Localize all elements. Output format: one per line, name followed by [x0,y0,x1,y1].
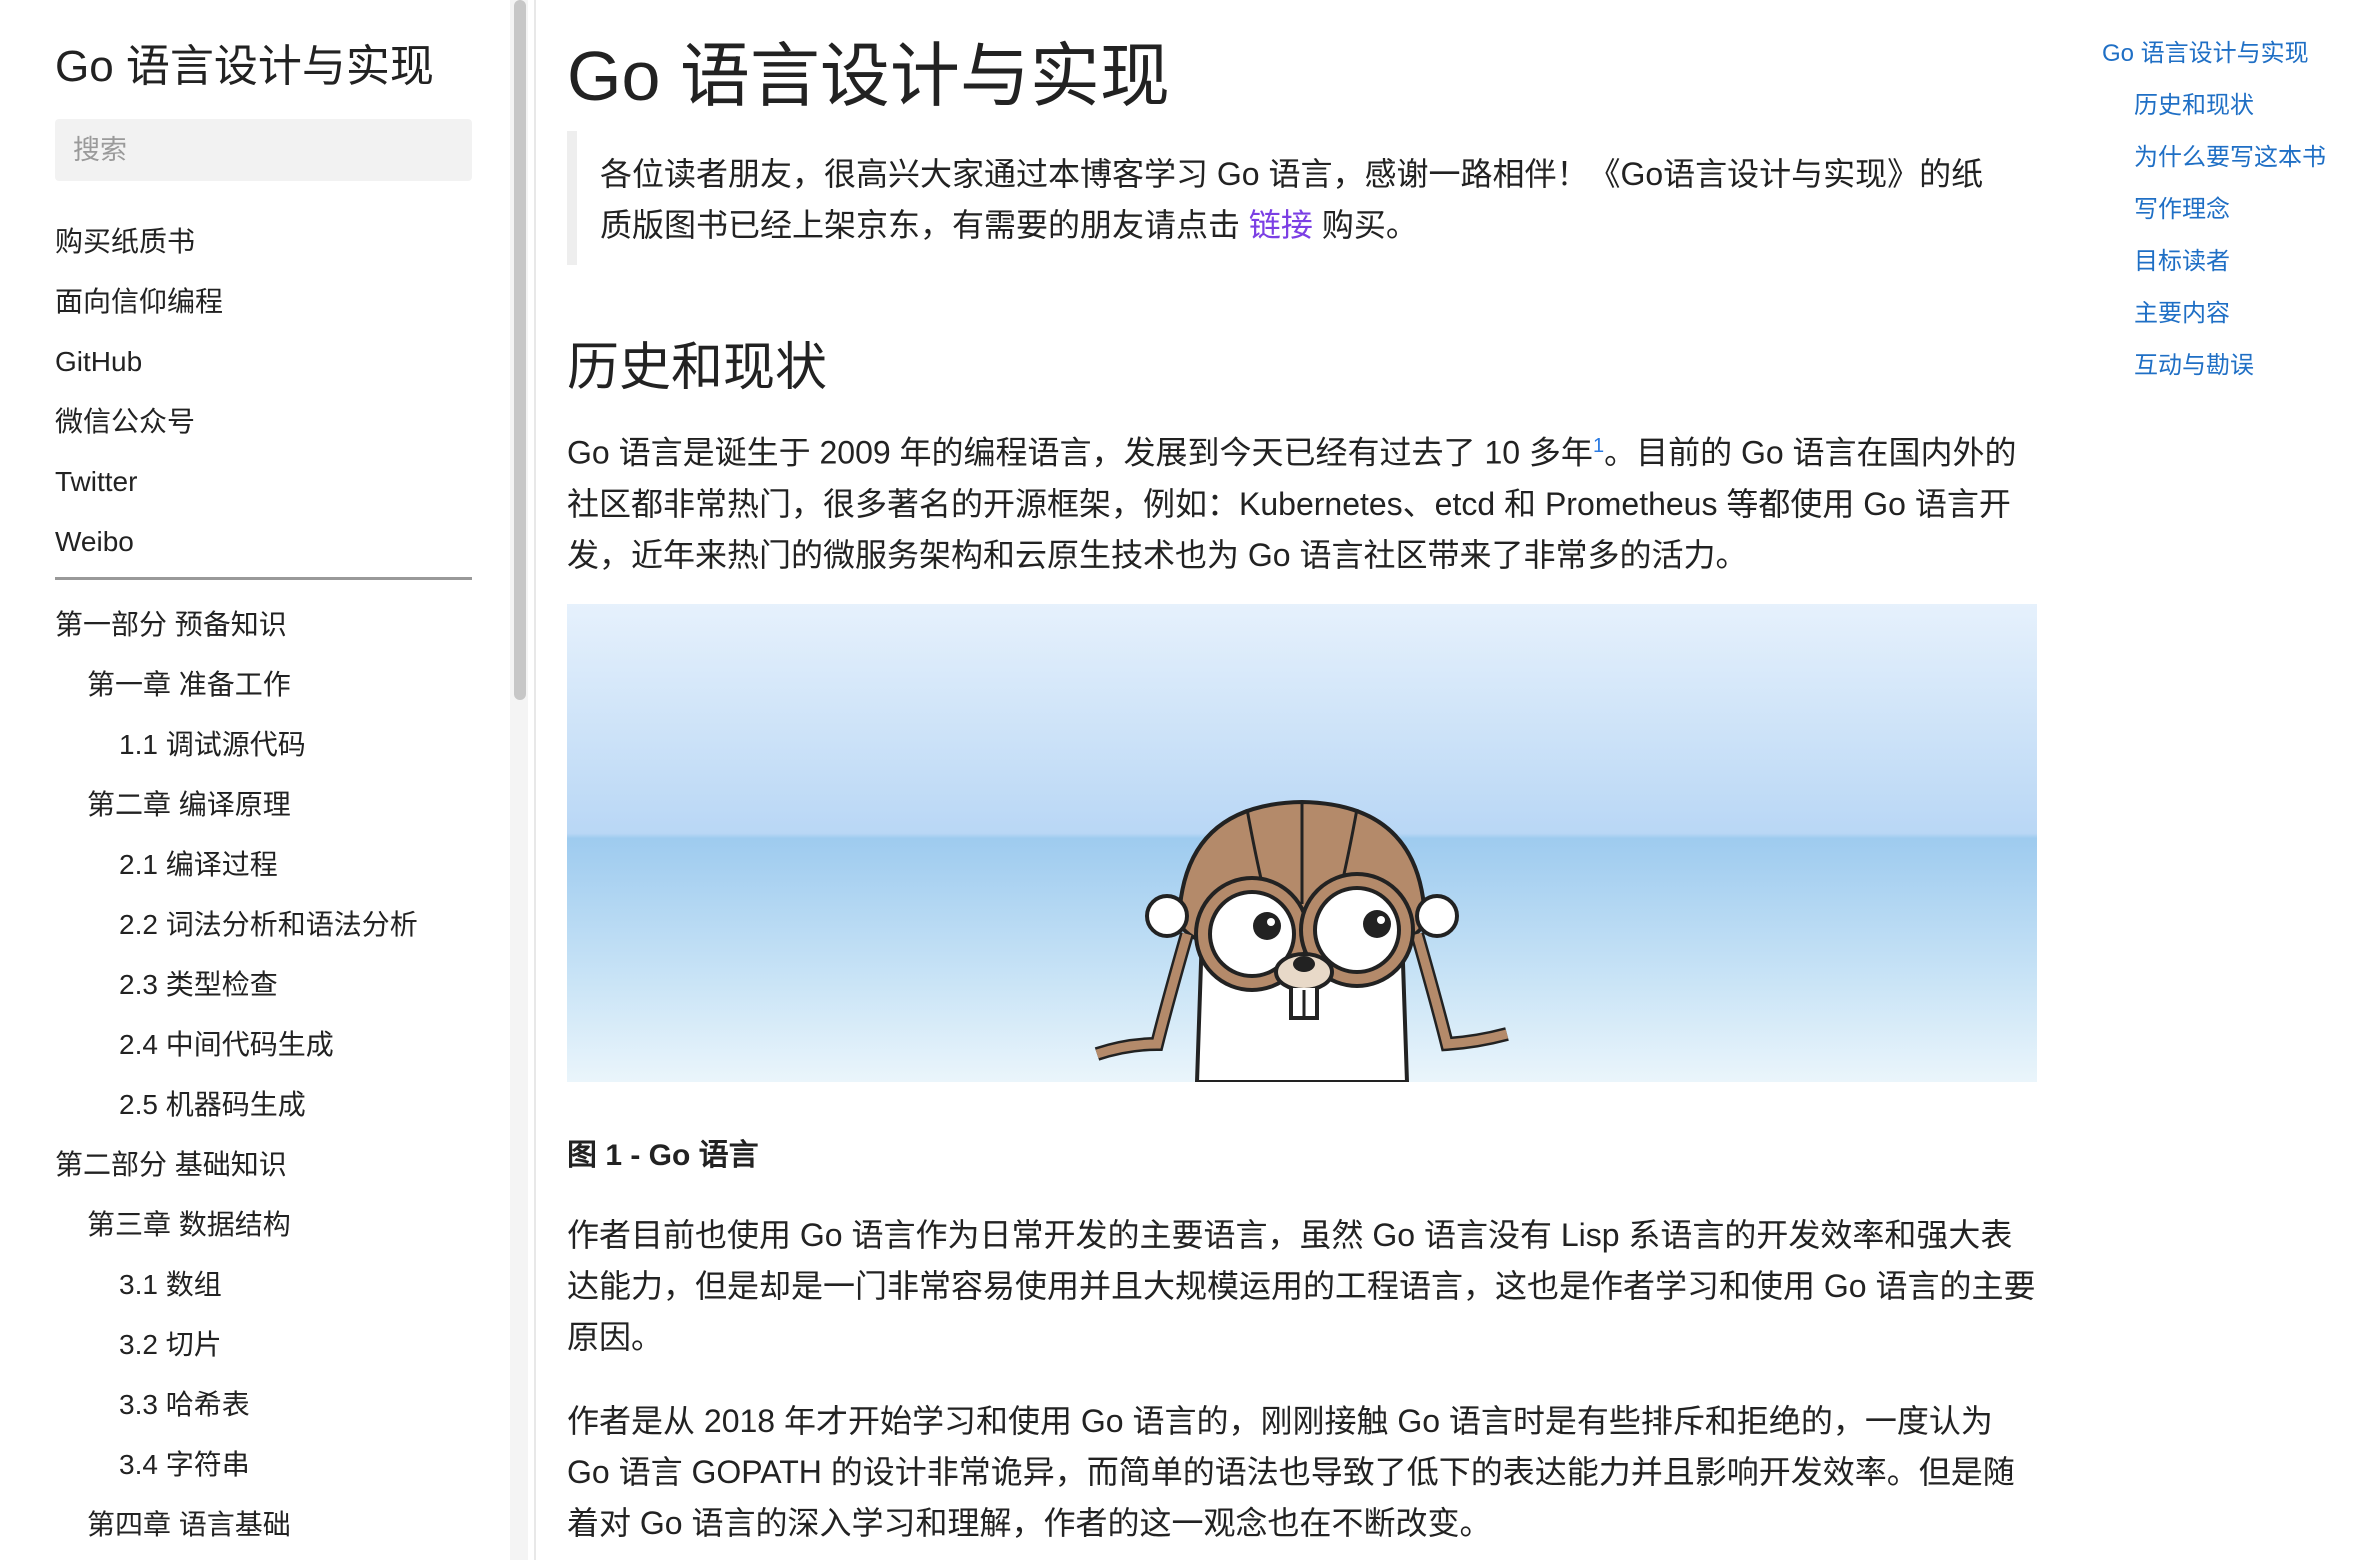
paragraph-history: Go 语言是诞生于 2009 年的编程语言，发展到今天已经有过去了 10 多年1… [567,418,2037,581]
toc-section-3-2[interactable]: 3.2 切片 [55,1315,418,1375]
search-input[interactable] [55,119,472,181]
notice-blockquote: 各位读者朋友，很高兴大家通过本博客学习 Go 语言，感谢一路相伴！《Go语言设计… [567,131,2037,265]
toc-chapter-4[interactable]: 第四章 语言基础 [55,1495,418,1555]
toc-part-1[interactable]: 第一部分 预备知识 [55,595,418,655]
toc-chapter-2[interactable]: 第二章 编译原理 [55,775,418,835]
figure-caption: 图 1 - Go 语言 [567,1139,759,1172]
sidebar-toc: 第一部分 预备知识 第一章 准备工作 1.1 调试源代码 第二章 编译原理 2.… [55,595,418,1555]
page-title: Go 语言设计与实现 [567,37,1170,115]
toc-chapter-1[interactable]: 第一章 准备工作 [55,655,418,715]
sidebar-links: 购买纸质书 面向信仰编程 GitHub 微信公众号 Twitter Weibo [55,212,223,572]
notice-line-1: 各位读者朋友，很高兴大家通过本博客学习 Go 语言，感谢一路相伴！《Go语言设计… [600,156,1984,192]
toc-section-2-1[interactable]: 2.1 编译过程 [55,835,418,895]
paragraph-usage: 作者目前也使用 Go 语言作为日常开发的主要语言，虽然 Go 语言没有 Lisp… [567,1217,2036,1355]
paragraph-experience: 作者是从 2018 年才开始学习和使用 Go 语言的，刚刚接触 Go 语言时是有… [567,1403,2015,1541]
notice-text: 质版图书已经上架京东，有需要的朋友请点击 [600,207,1249,243]
panel-separator [534,0,536,1560]
sidebar-scrollbar-thumb[interactable] [514,0,526,700]
toc-part-2[interactable]: 第二部分 基础知识 [55,1135,418,1195]
rtoc-item-contents[interactable]: 主要内容 [2102,288,2326,340]
notice-line-2: 质版图书已经上架京东，有需要的朋友请点击 链接 购买。 [600,200,2017,251]
on-page-toc: Go 语言设计与实现 历史和现状 为什么要写这本书 写作理念 目标读者 主要内容… [2102,28,2326,392]
purchase-link[interactable]: 链接 [1249,207,1313,243]
rtoc-item-title[interactable]: Go 语言设计与实现 [2102,28,2326,80]
sidebar-link-twitter[interactable]: Twitter [55,452,223,512]
toc-section-1-1[interactable]: 1.1 调试源代码 [55,715,418,775]
rtoc-item-why-book[interactable]: 为什么要写这本书 [2102,132,2326,184]
toc-section-2-4[interactable]: 2.4 中间代码生成 [55,1015,418,1075]
section-heading-history: 历史和现状 [567,339,828,397]
rtoc-item-feedback[interactable]: 互动与勘误 [2102,340,2326,392]
toc-section-2-3[interactable]: 2.3 类型检查 [55,955,418,1015]
toc-section-3-3[interactable]: 3.3 哈希表 [55,1375,418,1435]
site-title[interactable]: Go 语言设计与实现 [55,30,434,94]
toc-chapter-3[interactable]: 第三章 数据结构 [55,1195,418,1255]
toc-section-2-5[interactable]: 2.5 机器码生成 [55,1075,418,1135]
go-gopher-figure [567,604,2037,1082]
left-sidebar: Go 语言设计与实现 购买纸质书 面向信仰编程 GitHub 微信公众号 Twi… [0,0,504,1560]
sidebar-link-blog[interactable]: 面向信仰编程 [55,272,223,332]
sidebar-divider [55,577,472,580]
gopher-illustration [1094,799,1509,1082]
footnote-link[interactable]: 1 [1593,435,1604,457]
notice-text-end: 购买。 [1312,207,1418,243]
toc-section-3-4[interactable]: 3.4 字符串 [55,1435,418,1495]
paragraph-text: Go 语言是诞生于 2009 年的编程语言，发展到今天已经有过去了 10 多年 [567,434,1593,471]
sidebar-link-github[interactable]: GitHub [55,332,223,392]
toc-section-3-1[interactable]: 3.1 数组 [55,1255,418,1315]
sidebar-link-buy-book[interactable]: 购买纸质书 [55,212,223,272]
rtoc-item-audience[interactable]: 目标读者 [2102,236,2326,288]
sidebar-link-wechat[interactable]: 微信公众号 [55,392,223,452]
rtoc-item-philosophy[interactable]: 写作理念 [2102,184,2326,236]
rtoc-item-history[interactable]: 历史和现状 [2102,80,2326,132]
sidebar-link-weibo[interactable]: Weibo [55,512,223,572]
toc-section-2-2[interactable]: 2.2 词法分析和语法分析 [55,895,418,955]
